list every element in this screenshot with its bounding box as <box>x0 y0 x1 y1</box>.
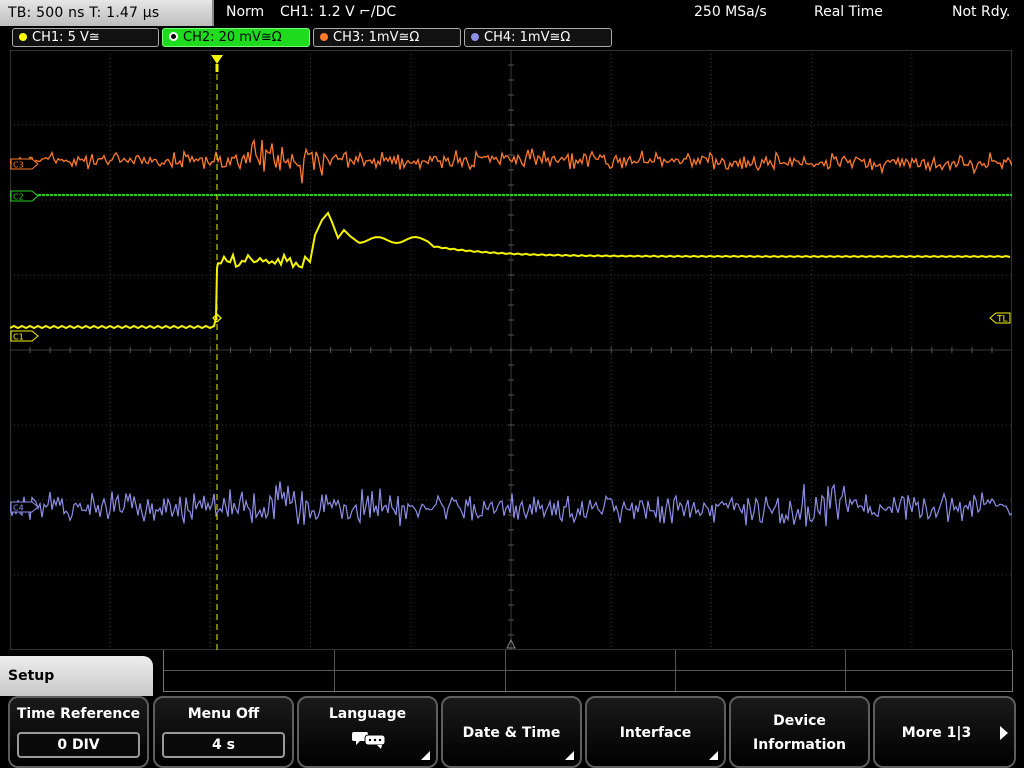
language-softkey[interactable]: Language <box>297 696 438 768</box>
ch2-marker-label: C2 <box>13 193 24 202</box>
menu-title: Setup <box>0 656 153 696</box>
menu-off-softkey[interactable]: Menu Off 4 s <box>153 696 294 768</box>
softkey-label: Date & Time <box>462 725 561 741</box>
ch3-marker-label: C3 <box>13 161 24 170</box>
softkey-label: Time Reference <box>16 706 141 722</box>
next-page-arrow-icon <box>1000 726 1008 740</box>
channel-tab-ch1[interactable]: CH1: 5 V≅ <box>12 28 159 47</box>
timebase-readout[interactable]: TB: 500 ns T: 1.47 µs <box>0 0 214 26</box>
trigger-info[interactable]: CH1: 1.2 V ⌐/DC <box>280 0 396 26</box>
channel-tab-ch4[interactable]: CH4: 1mV≅Ω <box>464 28 612 47</box>
device-information-softkey[interactable]: Device Information <box>729 696 870 768</box>
interface-softkey[interactable]: Interface <box>585 696 726 768</box>
grid-division <box>164 670 1012 671</box>
ch4-offset-marker[interactable]: C4 <box>10 501 39 513</box>
softkey-bar: Time Reference 0 DIV Menu Off 4 s Langua… <box>0 696 1024 768</box>
menu-off-value[interactable]: 4 s <box>162 732 285 758</box>
softkey-label-line2: Information <box>753 737 846 753</box>
ch3-offset-marker[interactable]: C3 <box>10 158 39 170</box>
ch4-color-dot-icon <box>471 33 479 41</box>
submenu-indicator-icon <box>421 751 430 760</box>
acquisition-state: Not Rdy. <box>952 4 1011 20</box>
ch2-offset-marker[interactable]: C2 <box>10 190 39 202</box>
trigger-mode[interactable]: Norm <box>226 0 264 26</box>
speech-bubbles-icon <box>352 732 386 749</box>
sample-rate: 250 MSa/s <box>694 4 767 20</box>
acquisition-mode: Real Time <box>814 4 883 20</box>
time-reference-softkey[interactable]: Time Reference 0 DIV <box>8 696 149 768</box>
ch4-marker-label: C4 <box>13 504 24 513</box>
ch1-color-dot-icon <box>19 33 27 41</box>
ch2-color-dot-icon <box>169 32 178 41</box>
ch1-offset-marker[interactable]: C1 <box>10 330 39 342</box>
submenu-indicator-icon <box>565 751 574 760</box>
channel-tab-label: CH2: 20 mV≅Ω <box>183 30 282 45</box>
time-reference-value[interactable]: 0 DIV <box>17 732 140 758</box>
softkey-label: Menu Off <box>187 706 260 722</box>
softkey-label: Device <box>773 713 826 729</box>
softkey-label: More 1|3 <box>901 725 972 741</box>
channel-tab-label: CH1: 5 V≅ <box>32 30 100 45</box>
channel-tab-ch3[interactable]: CH3: 1mV≅Ω <box>313 28 461 47</box>
channel-tab-ch2[interactable]: CH2: 20 mV≅Ω <box>162 28 310 47</box>
softkey-label: Interface <box>619 725 692 741</box>
submenu-indicator-icon <box>709 751 718 760</box>
waveform-svg[interactable]: C3 C2 C1 C4 TL <box>10 50 1012 650</box>
date-time-softkey[interactable]: Date & Time <box>441 696 582 768</box>
channel-tab-label: CH3: 1mV≅Ω <box>333 30 420 45</box>
more-softkey[interactable]: More 1|3 <box>873 696 1016 768</box>
ch3-color-dot-icon <box>320 33 328 41</box>
top-status-bar: TB: 500 ns T: 1.47 µs Norm CH1: 1.2 V ⌐/… <box>0 0 1024 26</box>
graticule-extension <box>163 650 1013 692</box>
waveform-display[interactable]: C3 C2 C1 C4 TL <box>10 50 1012 650</box>
softkey-label: Language <box>328 706 407 722</box>
trigger-level-label: TL <box>996 315 1008 325</box>
channel-tab-label: CH4: 1mV≅Ω <box>484 30 571 45</box>
ch1-marker-label: C1 <box>13 333 24 342</box>
